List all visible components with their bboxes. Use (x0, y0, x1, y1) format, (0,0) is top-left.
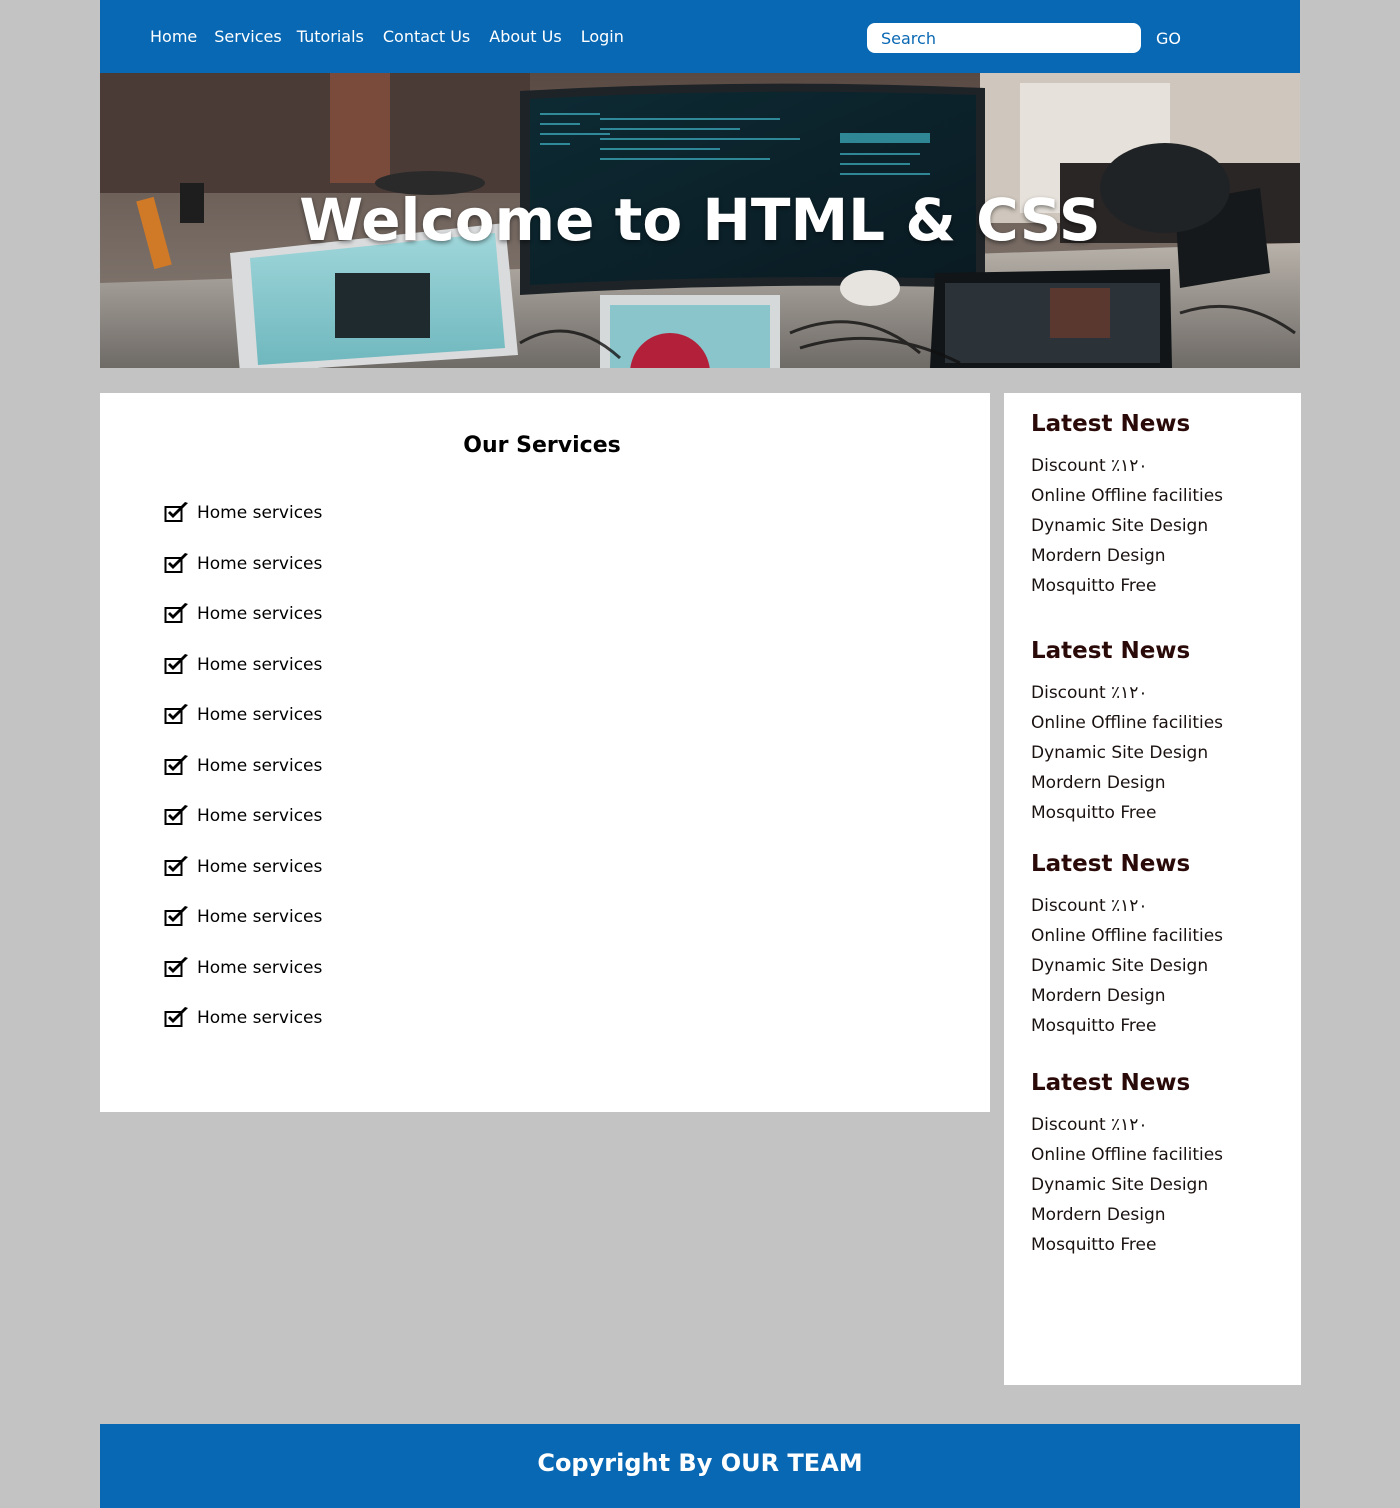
news-block-title: Latest News (1031, 411, 1191, 437)
service-item: Home services (164, 805, 323, 857)
service-label: Home services (197, 1008, 323, 1028)
news-block-1: Latest News Discount ٪١٢٠ Online Offline… (1031, 409, 1223, 601)
service-label: Home services (197, 503, 323, 523)
hero-banner: Welcome to HTML & CSS (100, 73, 1300, 368)
checkbox-checked-icon (164, 603, 188, 623)
service-item: Home services (164, 754, 323, 807)
service-item: Home services (164, 502, 323, 554)
page-wrapper: Home Services Tutorials Contact Us About… (100, 0, 1301, 1508)
service-label: Home services (197, 654, 323, 675)
service-label: Home services (197, 553, 323, 574)
top-navbar: Home Services Tutorials Contact Us About… (100, 0, 1300, 73)
news-block-title: Latest News (1031, 1070, 1191, 1096)
news-block-title: Latest News (1031, 851, 1191, 877)
news-item: Dynamic Site Design (1031, 743, 1209, 763)
news-block-2: Latest News Discount ٪١٢٠ Online Offline… (1031, 636, 1223, 828)
news-block-3: Latest News Discount ٪١٢٠ Online Offline… (1031, 849, 1223, 1041)
news-block-title: Latest News (1031, 638, 1191, 664)
nav-item-home: Home (150, 27, 214, 46)
footer: Copyright By OUR TEAM (100, 1424, 1300, 1508)
nav-item-services: Services (214, 27, 296, 46)
checkbox-checked-icon (164, 956, 188, 977)
service-label: Home services (197, 705, 323, 725)
nav-link-services[interactable]: Services (214, 27, 281, 46)
nav-link-login[interactable]: Login (581, 27, 624, 46)
nav-link-about-us[interactable]: About Us (489, 27, 561, 46)
news-item: Dynamic Site Design (1031, 956, 1209, 976)
news-item: Mosquitto Free (1031, 803, 1157, 823)
service-label: Home services (197, 604, 323, 624)
go-button[interactable]: GO (1152, 24, 1185, 52)
news-item: Online Offline facilities (1031, 486, 1224, 506)
news-item: Mordern Design (1031, 1205, 1166, 1225)
service-item: Home services (164, 906, 323, 958)
checkbox-checked-icon (164, 754, 188, 775)
news-item: Online Offline facilities (1031, 713, 1224, 733)
service-item: Home services (164, 956, 323, 1009)
nav-link-home[interactable]: Home (150, 27, 197, 46)
news-item: Mordern Design (1031, 546, 1166, 566)
service-item: Home services (164, 603, 323, 655)
checkbox-checked-icon (164, 653, 188, 674)
news-list: Discount ٪١٢٠ Online Offline facilities … (1031, 891, 1223, 1041)
checkbox-checked-icon (164, 552, 188, 573)
checkbox-checked-icon (164, 502, 188, 522)
nav-link-contact-us[interactable]: Contact Us (383, 27, 470, 46)
news-item: Discount ٪١٢٠ (1031, 683, 1148, 703)
service-item: Home services (164, 653, 323, 706)
news-list: Discount ٪١٢٠ Online Offline facilities … (1031, 678, 1223, 828)
service-label: Home services (197, 957, 323, 978)
nav-item-tutorials: Tutorials (297, 27, 383, 46)
checkbox-checked-icon (164, 906, 188, 926)
checkbox-checked-icon (164, 704, 188, 724)
news-item: Mordern Design (1031, 986, 1166, 1006)
news-item: Mosquitto Free (1031, 1016, 1157, 1036)
news-item: Mosquitto Free (1031, 1235, 1157, 1255)
nav-item-login: Login (581, 27, 641, 46)
service-item: Home services (164, 552, 323, 605)
news-list: Discount ٪١٢٠ Online Offline facilities … (1031, 451, 1223, 601)
service-item: Home services (164, 1007, 323, 1059)
footer-copyright: Copyright By OUR TEAM (537, 1449, 863, 1477)
news-item: Online Offline facilities (1031, 926, 1224, 946)
news-item: Online Offline facilities (1031, 1145, 1224, 1165)
service-label: Home services (197, 806, 323, 826)
main-nav: Home Services Tutorials Contact Us About… (150, 0, 641, 73)
news-item: Discount ٪١٢٠ (1031, 456, 1148, 476)
news-list: Discount ٪١٢٠ Online Offline facilities … (1031, 1110, 1223, 1260)
services-title: Our Services (463, 433, 621, 458)
news-item: Discount ٪١٢٠ (1031, 1115, 1148, 1135)
service-item: Home services (164, 704, 323, 756)
checkbox-checked-icon (164, 1007, 188, 1027)
service-item: Home services (164, 855, 323, 908)
checkbox-checked-icon (164, 855, 188, 876)
news-item: Mosquitto Free (1031, 576, 1157, 596)
search-input[interactable] (867, 23, 1141, 53)
nav-link-tutorials[interactable]: Tutorials (297, 27, 364, 46)
news-item: Discount ٪١٢٠ (1031, 896, 1148, 916)
nav-item-contact: Contact Us (383, 27, 489, 46)
nav-item-about: About Us (489, 27, 580, 46)
service-label: Home services (197, 856, 323, 877)
news-item: Mordern Design (1031, 773, 1166, 793)
news-item: Dynamic Site Design (1031, 516, 1209, 536)
news-item: Dynamic Site Design (1031, 1175, 1209, 1195)
service-label: Home services (197, 907, 323, 927)
news-block-4: Latest News Discount ٪١٢٠ Online Offline… (1031, 1068, 1223, 1260)
checkbox-checked-icon (164, 805, 188, 825)
sidebar-latest-news: Latest News Discount ٪١٢٠ Online Offline… (1004, 393, 1301, 1385)
services-list: Home services Home services Home services H… (164, 502, 323, 1059)
hero-title: Welcome to HTML & CSS (299, 186, 1101, 254)
service-label: Home services (197, 755, 323, 776)
